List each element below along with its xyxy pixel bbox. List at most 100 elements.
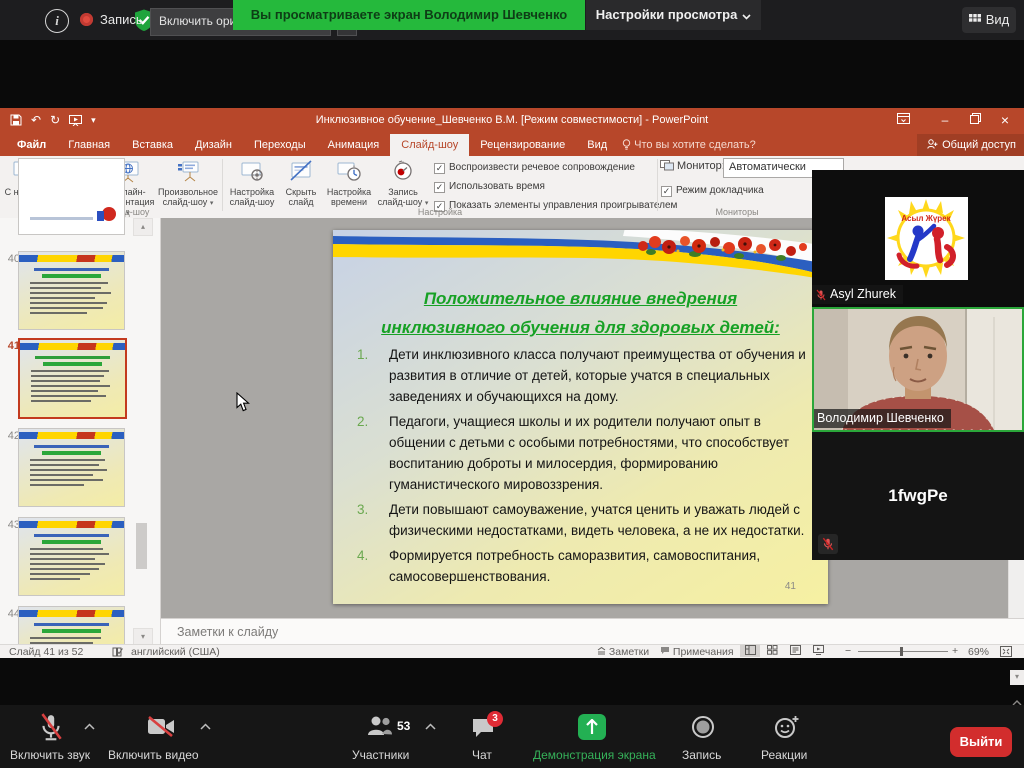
fit-to-window-icon[interactable] <box>1000 646 1012 657</box>
reactions-button[interactable]: Реакции <box>761 748 807 762</box>
person-icon <box>927 139 938 150</box>
tab-design[interactable]: Дизайн <box>184 134 243 156</box>
tell-me-label: Что вы хотите сделать? <box>634 139 756 151</box>
tab-animations[interactable]: Анимация <box>317 134 391 156</box>
viewing-banner: Вы просматриваете экран Володимир Шевчен… <box>233 0 585 30</box>
leave-button[interactable]: Выйти <box>950 727 1012 757</box>
normal-view-button[interactable] <box>740 645 760 657</box>
rehearse-timings-button[interactable]: Настройка времени <box>324 158 374 207</box>
notes-toggle[interactable]: Заметки <box>597 646 649 658</box>
record-icon[interactable] <box>691 715 715 739</box>
video-tile-1fwgpe[interactable]: 1fwgPe <box>812 432 1024 560</box>
powerpoint-status-bar: Слайд 41 из 52 английский (США) Заметки … <box>0 644 1024 658</box>
thumbnail-slide-40[interactable] <box>18 251 125 330</box>
comments-toggle-label: Примечания <box>673 646 734 658</box>
tab-view[interactable]: Вид <box>576 134 618 156</box>
view-button[interactable]: Вид <box>962 7 1016 33</box>
record-slideshow-icon <box>390 159 416 185</box>
record-slideshow-button[interactable]: Запись слайд-шоу <box>376 158 430 209</box>
info-icon[interactable]: i <box>45 9 69 33</box>
restore-button[interactable] <box>960 108 990 134</box>
zoom-level[interactable]: 69% <box>968 646 989 658</box>
ribbon-options-button[interactable] <box>888 108 918 134</box>
notes-pane[interactable]: Заметки к слайду <box>161 618 1024 646</box>
minimize-button[interactable]: – <box>930 108 960 134</box>
tab-transitions[interactable]: Переходы <box>243 134 317 156</box>
rehearse-timings-label: Настройка времени <box>327 187 371 207</box>
tell-me-box[interactable]: Что вы хотите сделать? <box>618 134 764 156</box>
scroll-down-button[interactable]: ▾ <box>1010 670 1024 685</box>
recording-dot-icon <box>80 13 93 26</box>
share-screen-button[interactable]: Демонстрация экрана <box>533 748 656 762</box>
zoom-bottom-toolbar: Включить звук Включить видео 53 Участник… <box>0 705 1024 768</box>
video-tile-asyl-zhurek[interactable]: Асыл Жүрек Asyl Zhurek <box>812 170 1024 307</box>
ribbon-tab-row: Файл Главная Вставка Дизайн Переходы Ани… <box>0 134 1024 156</box>
hide-slide-button[interactable]: Скрыть слайд <box>280 158 322 207</box>
presenter-view-label: Режим докладчика <box>676 185 764 196</box>
share-button[interactable]: Общий доступ <box>917 134 1024 156</box>
zoom-slider-track[interactable] <box>858 651 948 652</box>
setup-slideshow-label: Настройка слайд-шоу <box>230 187 275 207</box>
hide-slide-label: Скрыть слайд <box>286 187 317 207</box>
zoom-slider-thumb[interactable] <box>900 647 903 656</box>
current-slide[interactable]: Положительное влияние внедрения инклюзив… <box>333 230 828 604</box>
slide-header-flag-ribbon <box>333 230 828 280</box>
check-play-narrations[interactable]: Воспроизвести речевое сопровождение <box>434 162 635 177</box>
tab-review[interactable]: Рецензирование <box>469 134 576 156</box>
thumbnail-slide-42[interactable] <box>18 428 125 507</box>
muted-mic-badge <box>818 534 838 554</box>
unmute-button[interactable]: Включить звук <box>10 748 90 762</box>
slide-title-line1: Положительное влияние внедрения <box>343 284 818 313</box>
thumbnail-slide-39-partial[interactable] <box>18 158 125 235</box>
participant-name-tag: Володимир Шевченко <box>814 409 951 428</box>
chevron-up-icon[interactable] <box>200 723 211 730</box>
participants-video-panel: Асыл Жүрек Asyl Zhurek <box>812 170 1024 560</box>
item-number: 3. <box>357 499 389 541</box>
zoom-in-button[interactable]: + <box>952 645 958 657</box>
reading-view-button[interactable] <box>786 645 806 657</box>
record-button[interactable]: Запись <box>682 748 721 762</box>
list-item: 1.Дети инклюзивного класса получают преи… <box>357 344 817 407</box>
record-slideshow-label: Запись слайд-шоу <box>378 187 423 207</box>
reactions-icon[interactable] <box>774 715 800 739</box>
tab-insert[interactable]: Вставка <box>121 134 184 156</box>
tab-slideshow[interactable]: Слайд-шоу <box>390 134 469 156</box>
thumbnail-scrollbar-thumb[interactable] <box>136 523 147 569</box>
setup-slideshow-button[interactable]: Настройка слайд-шоу <box>226 158 278 207</box>
participants-icon[interactable] <box>366 715 394 737</box>
checkbox-checked-icon <box>661 186 672 197</box>
item-text: Формируется потребность саморазвития, са… <box>389 545 813 587</box>
slideshow-view-button[interactable] <box>809 645 829 657</box>
slide-sorter-view-button[interactable] <box>763 645 783 657</box>
tab-file[interactable]: Файл <box>6 134 57 156</box>
participants-button[interactable]: Участники <box>352 748 409 762</box>
zoom-out-button[interactable]: − <box>845 645 851 657</box>
grid-view-icon <box>969 14 981 26</box>
custom-slideshow-label: Произвольное слайд-шоу <box>158 187 218 207</box>
check-use-timings[interactable]: Использовать время <box>434 181 545 196</box>
check-use-timings-label: Использовать время <box>449 181 545 192</box>
muted-mic-icon[interactable] <box>38 713 64 743</box>
view-settings-button[interactable]: Настройки просмотра <box>586 0 761 30</box>
start-video-button[interactable]: Включить видео <box>108 748 199 762</box>
spellcheck-icon[interactable] <box>112 647 123 657</box>
chat-button[interactable]: Чат <box>472 748 492 762</box>
thumbnail-scroll-up-button[interactable]: ▴ <box>133 218 153 236</box>
video-tile-volodymyr-shevchenko[interactable]: Володимир Шевченко <box>812 307 1024 432</box>
language-indicator[interactable]: английский (США) <box>131 646 220 658</box>
thumbnail-slide-41-selected[interactable] <box>18 338 127 419</box>
custom-slideshow-button[interactable]: Произвольное слайд-шоу <box>156 158 220 209</box>
thumbnail-slide-44-partial[interactable] <box>18 606 125 646</box>
share-screen-icon[interactable] <box>578 714 606 740</box>
ribbon-group-setup: Настройка слайд-шоу Скрыть слайд Настрой… <box>224 156 656 218</box>
muted-camera-icon[interactable] <box>146 715 176 739</box>
check-presenter-view[interactable]: Режим докладчика <box>661 185 764 200</box>
close-button[interactable]: × <box>990 108 1020 134</box>
chat-badge: 3 <box>487 711 503 727</box>
tab-home[interactable]: Главная <box>57 134 121 156</box>
comments-toggle[interactable]: Примечания <box>660 646 734 658</box>
chevron-up-icon[interactable] <box>425 723 436 730</box>
chevron-up-icon[interactable] <box>84 723 95 730</box>
monitor-label: Монитор: <box>677 160 725 172</box>
thumbnail-slide-43[interactable] <box>18 517 125 596</box>
